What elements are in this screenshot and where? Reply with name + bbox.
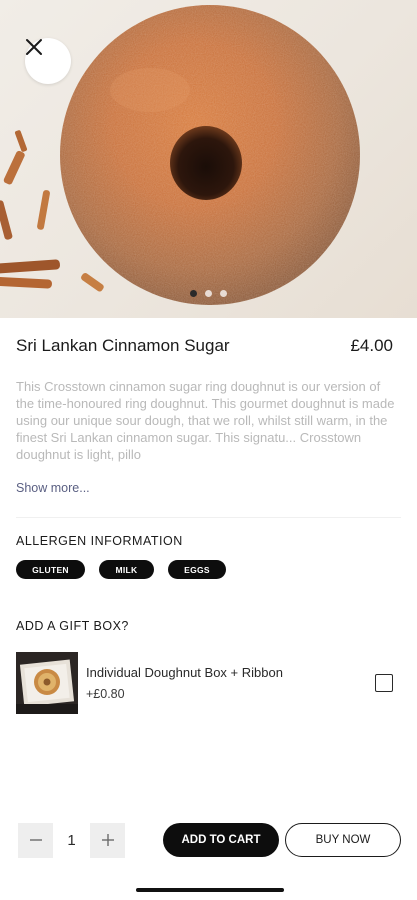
buy-now-button[interactable]: BUY NOW <box>285 823 401 857</box>
gift-box-price: +£0.80 <box>86 687 125 701</box>
plus-icon <box>101 834 114 846</box>
add-to-cart-button[interactable]: ADD TO CART <box>163 823 279 857</box>
allergen-chip-gluten: GLUTEN <box>16 560 85 579</box>
divider <box>16 517 401 518</box>
allergen-list: GLUTEN MILK EGGS <box>16 560 226 579</box>
gift-box-name: Individual Doughnut Box + Ribbon <box>86 665 283 680</box>
product-header: Sri Lankan Cinnamon Sugar £4.00 <box>16 336 393 356</box>
product-title: Sri Lankan Cinnamon Sugar <box>16 336 230 355</box>
show-more-link[interactable]: Show more... <box>16 481 90 495</box>
increase-quantity-button[interactable] <box>90 822 125 858</box>
gift-box-option[interactable]: Individual Doughnut Box + Ribbon +£0.80 <box>16 651 393 714</box>
carousel-dot-3[interactable] <box>220 290 227 297</box>
close-button[interactable] <box>25 38 71 84</box>
home-indicator[interactable] <box>136 888 284 892</box>
carousel-dot-2[interactable] <box>205 290 212 297</box>
gift-box-heading: ADD A GIFT BOX? <box>16 619 129 633</box>
quantity-value: 1 <box>67 831 76 849</box>
gift-box-photo <box>16 651 78 714</box>
gift-box-info: Individual Doughnut Box + Ribbon +£0.80 <box>86 664 375 701</box>
purchase-bar: 1 ADD TO CART BUY NOW <box>18 822 401 858</box>
gift-box-thumbnail <box>16 651 78 714</box>
allergen-chip-eggs: EGGS <box>168 560 226 579</box>
product-description: This Crosstown cinnamon sugar ring dough… <box>16 379 395 462</box>
product-image-carousel[interactable] <box>0 0 417 318</box>
minus-icon <box>29 839 42 841</box>
carousel-dot-1[interactable] <box>190 290 197 297</box>
allergen-chip-milk: MILK <box>99 560 154 579</box>
carousel-indicator[interactable] <box>0 290 417 297</box>
gift-box-checkbox[interactable] <box>375 673 393 692</box>
decrease-quantity-button[interactable] <box>18 822 53 858</box>
close-icon <box>26 39 42 55</box>
allergen-heading: ALLERGEN INFORMATION <box>16 534 183 548</box>
product-price: £4.00 <box>350 336 393 355</box>
